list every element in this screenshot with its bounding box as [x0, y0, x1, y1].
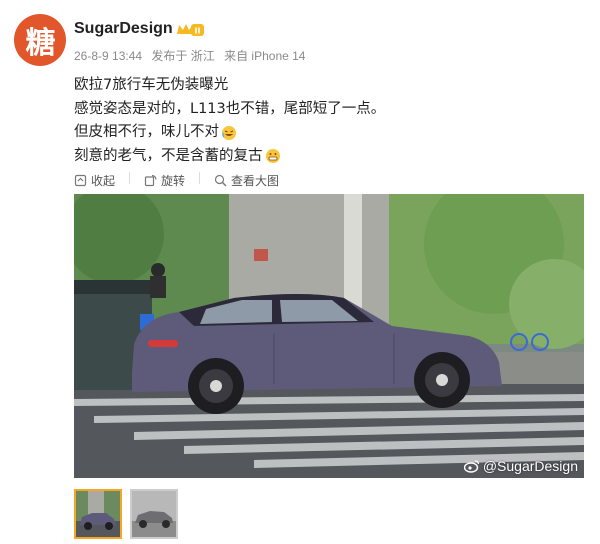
- photo-watermark: @SugarDesign: [463, 458, 578, 474]
- thumbnail-2-image: [132, 491, 176, 537]
- rotate-icon: [144, 174, 157, 187]
- post-device[interactable]: 来自 iPhone 14: [224, 49, 305, 63]
- badge-text: II: [195, 27, 201, 36]
- post-location: 发布于 浙江: [151, 49, 215, 63]
- car-photo-illustration: [74, 194, 584, 478]
- post-line-1: 欧拉7旅行车无伪装曝光: [74, 74, 584, 98]
- avatar-glyph: 糖: [25, 26, 56, 61]
- weibo-icon: [463, 460, 479, 473]
- thumbnail-strip: [74, 489, 178, 539]
- magnify-icon: [214, 174, 227, 187]
- post-line-3: 但皮相不行，味儿不对: [74, 121, 584, 145]
- thumbnail-1-image: [76, 491, 120, 537]
- divider: [129, 172, 131, 184]
- grimace-emoji-icon: [265, 149, 280, 164]
- post-line-2: 感觉姿态是对的，L113也不错，尾部短了一点。: [74, 98, 584, 122]
- post-line-text: 刻意的老气，不是含蓄的复古: [74, 147, 263, 164]
- post-line-text: 感觉姿态是对的，L113也不错，尾部短了一点。: [74, 100, 386, 117]
- watermark-text: @SugarDesign: [482, 458, 578, 474]
- collapse-label: 收起: [91, 174, 116, 188]
- rotate-label: 旋转: [161, 174, 186, 188]
- avatar[interactable]: 糖: [14, 14, 66, 66]
- collapse-icon: [74, 174, 87, 187]
- post-meta: 26-8-9 13:44 发布于 浙江 来自 iPhone 14: [74, 47, 311, 64]
- thumbnail-2[interactable]: [130, 489, 178, 539]
- post-date: 26-8-9 13:44: [74, 49, 143, 63]
- divider: [199, 172, 201, 184]
- laugh-cry-emoji-icon: [222, 125, 236, 140]
- post-line-text: 但皮相不行，味儿不对: [74, 124, 219, 140]
- image-actions: 收起 旋转 查看大图: [74, 172, 279, 189]
- post-line-text: 欧拉7旅行车无伪装曝光: [74, 77, 229, 93]
- vip-badge-icon: II: [177, 24, 204, 36]
- thumbnail-1[interactable]: [74, 489, 122, 539]
- username[interactable]: SugarDesign: [74, 20, 173, 38]
- view-large-button[interactable]: 查看大图: [214, 172, 279, 189]
- rotate-button[interactable]: 旋转: [144, 172, 185, 189]
- post-photo[interactable]: @SugarDesign: [74, 194, 584, 478]
- collapse-button[interactable]: 收起: [74, 172, 115, 189]
- view-large-label: 查看大图: [231, 174, 280, 188]
- post-body: 欧拉7旅行车无伪装曝光 感觉姿态是对的，L113也不错，尾部短了一点。 但皮相不…: [74, 74, 584, 168]
- post-line-4: 刻意的老气，不是含蓄的复古: [74, 145, 584, 169]
